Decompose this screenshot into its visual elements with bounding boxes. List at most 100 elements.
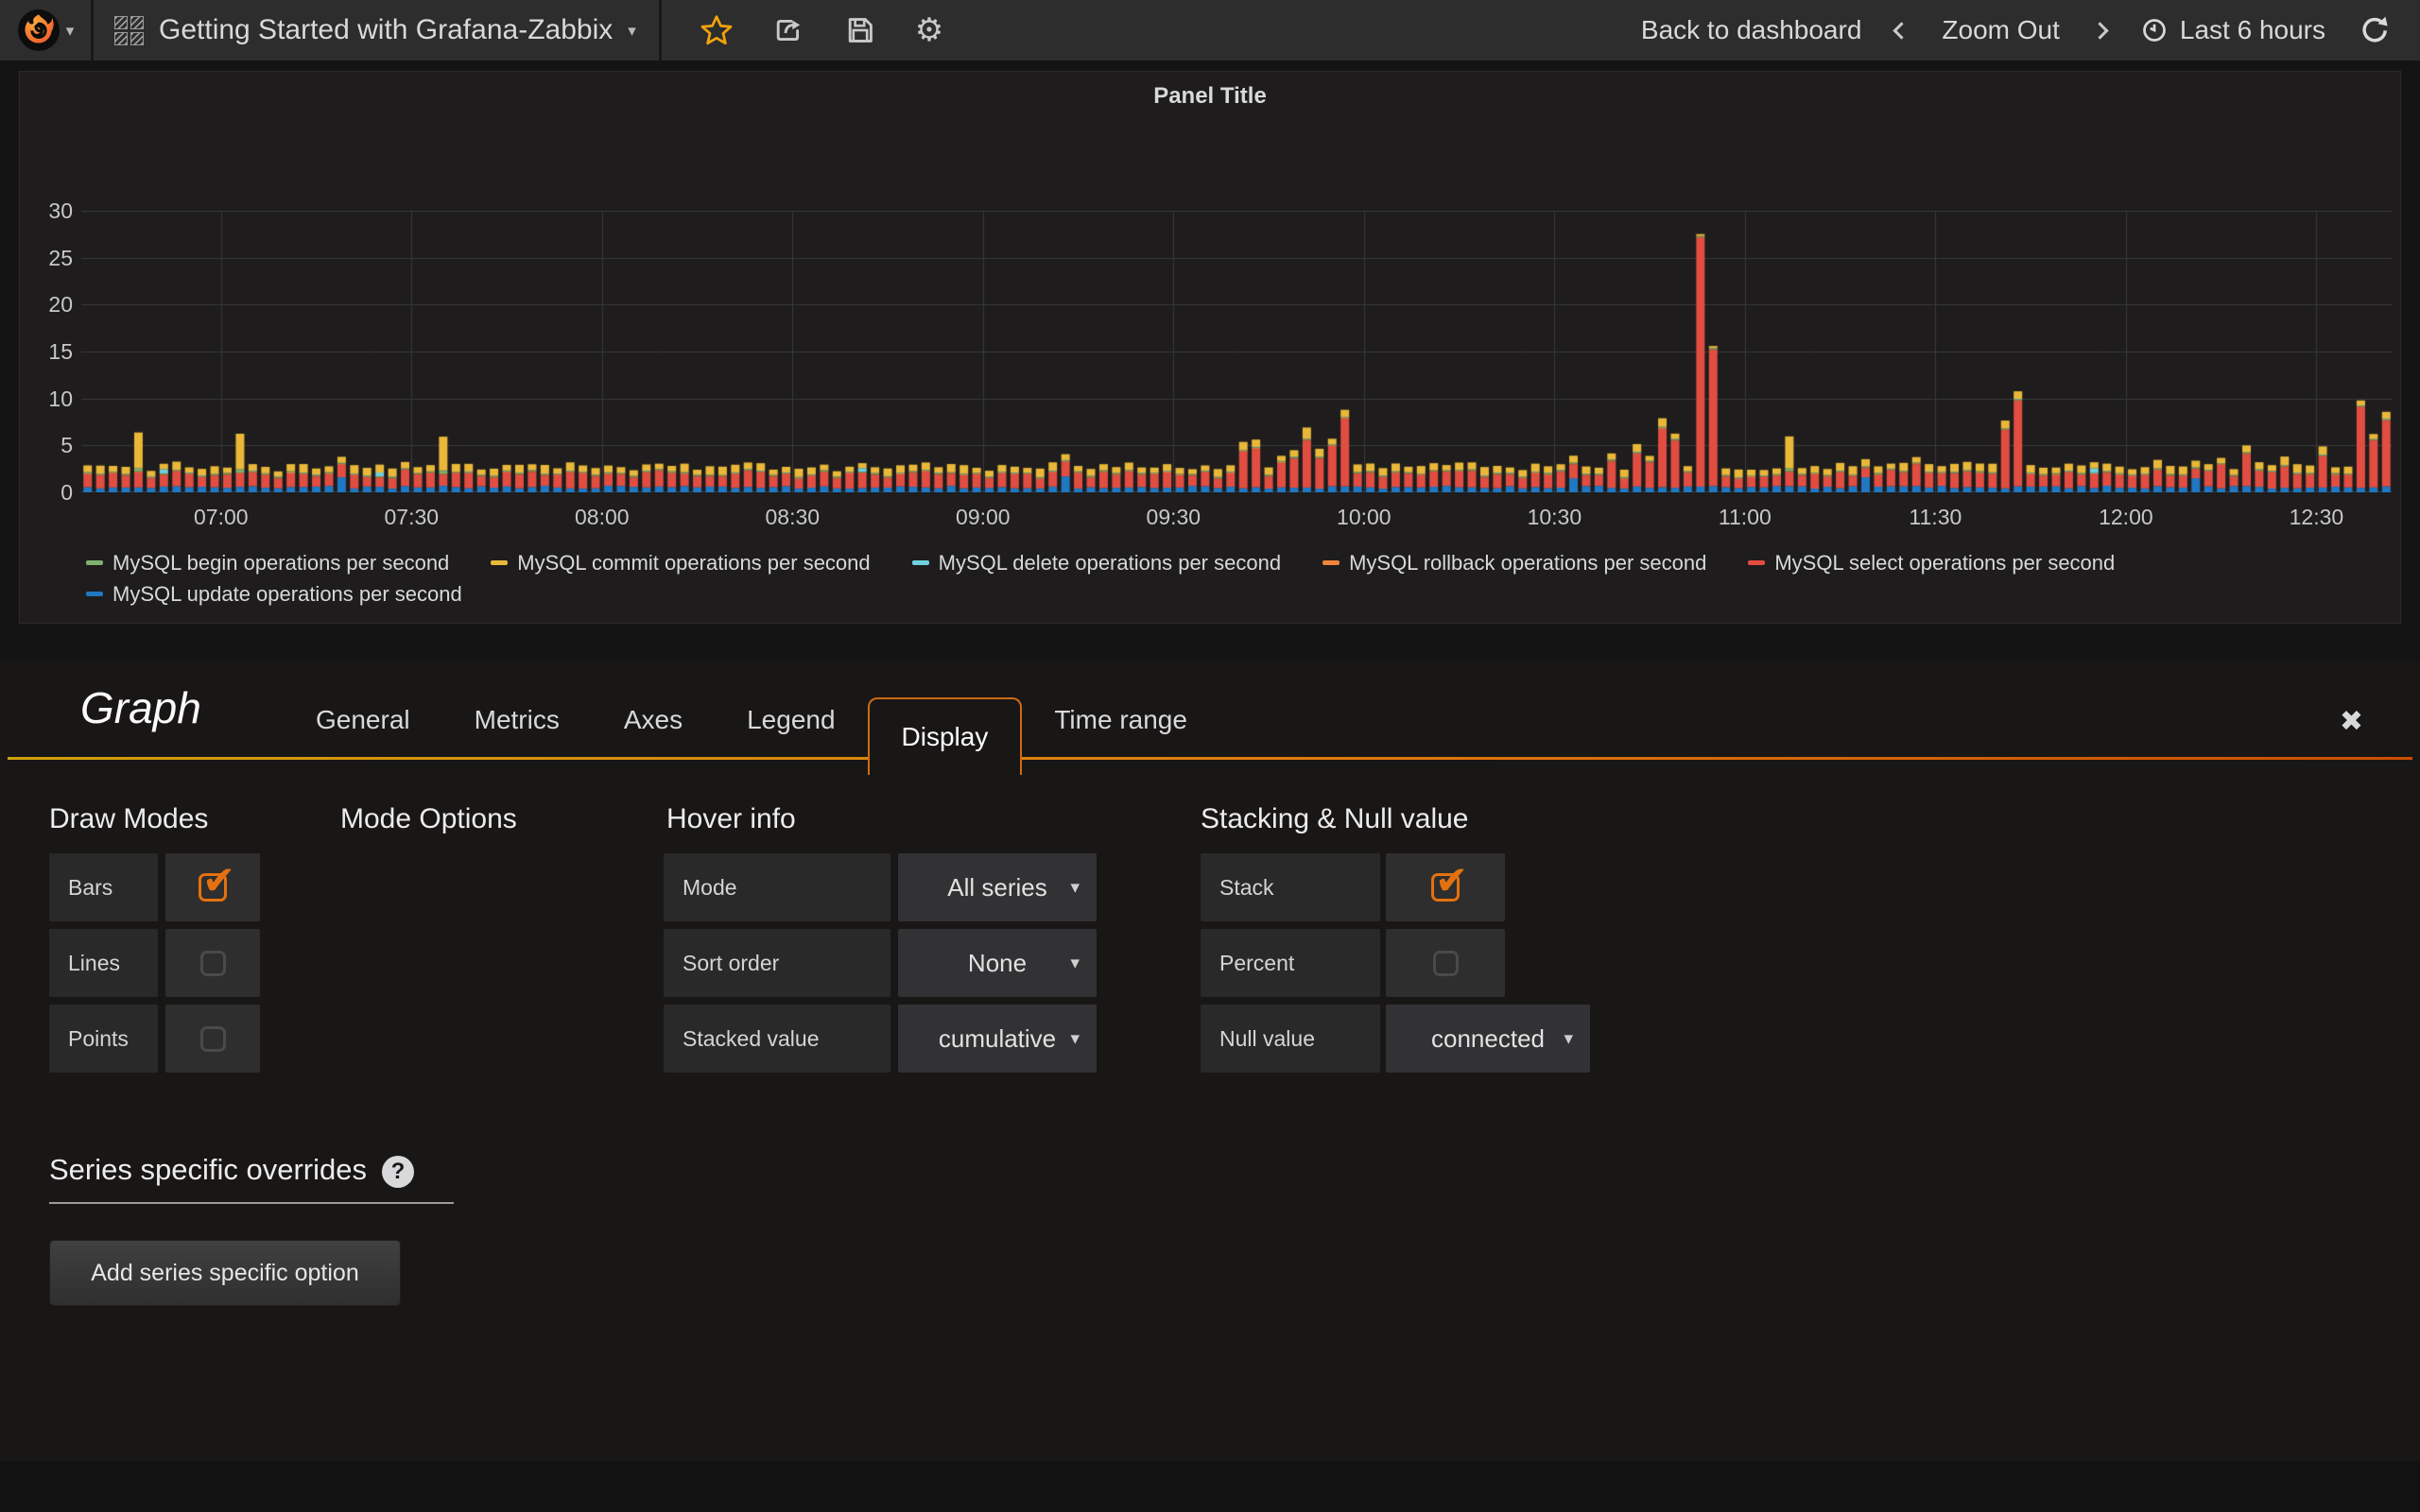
clock-icon [2140, 16, 2169, 44]
save-button[interactable] [843, 13, 877, 47]
back-to-dashboard-label: Back to dashboard [1641, 15, 1862, 45]
x-tick-label: 11:00 [1698, 505, 1792, 530]
bars-canvas[interactable] [81, 211, 2393, 492]
dashboard-grid-icon [114, 16, 144, 45]
overrides-title: Series specific overrides? [49, 1153, 414, 1188]
legend-item-begin[interactable]: MySQL begin operations per second [86, 551, 449, 576]
legend-label: MySQL update operations per second [112, 582, 462, 607]
y-tick-label: 15 [31, 339, 73, 365]
star-button[interactable] [700, 13, 734, 47]
null-value-label: Null value [1201, 1005, 1380, 1073]
stacked-value-select[interactable]: cumulative ▾ [898, 1005, 1097, 1073]
stacked-value-label: Stacked value [664, 1005, 890, 1073]
tab-axes[interactable]: Axes [592, 697, 715, 743]
navbar-divider [659, 0, 662, 60]
y-tick-label: 25 [31, 246, 73, 271]
tab-general[interactable]: General [284, 697, 442, 743]
x-tick-label: 12:00 [2079, 505, 2173, 530]
legend-item-select[interactable]: MySQL select operations per second [1748, 551, 2115, 576]
top-navbar: ▾ Getting Started with Grafana-Zabbix ▾ [0, 0, 2420, 60]
legend-item-rollback[interactable]: MySQL rollback operations per second [1322, 551, 1706, 576]
panel-type-title: Graph [80, 682, 201, 733]
sort-order-select[interactable]: None ▾ [898, 929, 1097, 997]
hover-mode-label: Mode [664, 853, 890, 921]
dashboard-area: Panel Title 051015202530 07:0007:3008:00… [0, 60, 2420, 662]
draw-mode-points-checkbox[interactable]: ✔ [165, 1005, 260, 1073]
hover-info-title: Hover info [666, 803, 796, 835]
dashboard-title: Getting Started with Grafana-Zabbix [159, 14, 613, 46]
chevron-down-icon: ▾ [1070, 1028, 1080, 1050]
dashboard-title-button[interactable]: Getting Started with Grafana-Zabbix ▾ [94, 0, 659, 60]
time-shift-forward-button[interactable] [2094, 25, 2106, 37]
legend: MySQL begin operations per second MySQL c… [86, 547, 2372, 610]
checkbox-icon: ✔ [199, 873, 227, 902]
tab-legend[interactable]: Legend [715, 697, 867, 743]
refresh-button[interactable] [2360, 15, 2390, 45]
tab-time-range[interactable]: Time range [1022, 697, 1219, 743]
share-icon [771, 13, 805, 47]
hover-mode-select[interactable]: All series ▾ [898, 853, 1097, 921]
legend-color-dash [912, 560, 929, 565]
draw-mode-points-label: Points [49, 1005, 158, 1073]
y-tick-label: 0 [31, 480, 73, 506]
chevron-down-icon: ▾ [1070, 877, 1080, 899]
save-icon [843, 13, 877, 47]
grafana-menu-button[interactable]: ▾ [0, 0, 91, 60]
legend-item-commit[interactable]: MySQL commit operations per second [491, 551, 870, 576]
mode-options-title: Mode Options [340, 803, 517, 835]
add-series-override-button[interactable]: Add series specific option [49, 1240, 401, 1306]
legend-label: MySQL rollback operations per second [1349, 551, 1706, 576]
legend-item-update[interactable]: MySQL update operations per second [86, 582, 462, 607]
checkbox-icon: ✔ [200, 1026, 226, 1052]
time-range-label: Last 6 hours [2180, 15, 2325, 45]
help-icon[interactable]: ? [382, 1156, 414, 1188]
chevron-right-icon [2091, 22, 2108, 39]
checkbox-icon: ✔ [200, 951, 226, 976]
draw-mode-bars-checkbox[interactable]: ✔ [165, 853, 260, 921]
checkmark-icon: ✔ [202, 857, 235, 903]
y-tick-label: 20 [31, 292, 73, 318]
draw-modes-title: Draw Modes [49, 803, 208, 835]
graph-panel: Panel Title 051015202530 07:0007:3008:00… [19, 71, 2401, 624]
null-value-select[interactable]: connected ▾ [1386, 1005, 1590, 1073]
refresh-icon [2360, 15, 2390, 45]
stack-checkbox[interactable]: ✔ [1386, 853, 1505, 921]
percent-label: Percent [1201, 929, 1380, 997]
zoom-out-label: Zoom Out [1942, 15, 2059, 45]
tab-metrics[interactable]: Metrics [442, 697, 592, 743]
percent-checkbox[interactable]: ✔ [1386, 929, 1505, 997]
legend-row-1: MySQL begin operations per second MySQL c… [86, 547, 2372, 578]
draw-mode-lines-label: Lines [49, 929, 158, 997]
legend-label: MySQL commit operations per second [517, 551, 870, 576]
time-shift-back-button[interactable] [1895, 25, 1908, 37]
share-button[interactable] [771, 13, 805, 47]
checkbox-icon: ✔ [1431, 873, 1460, 902]
legend-row-2: MySQL update operations per second [86, 578, 2372, 610]
settings-button[interactable]: ⚙ [915, 11, 943, 49]
checkbox-icon: ✔ [1433, 951, 1459, 976]
star-icon [700, 13, 734, 47]
draw-mode-lines-checkbox[interactable]: ✔ [165, 929, 260, 997]
close-editor-button[interactable]: ✖ [2340, 705, 2363, 738]
chevron-down-icon: ▾ [1564, 1028, 1573, 1050]
grafana-app: ▾ Getting Started with Grafana-Zabbix ▾ [0, 0, 2420, 1512]
x-tick-label: 07:30 [364, 505, 458, 530]
chevron-down-icon: ▾ [66, 23, 75, 39]
legend-color-dash [86, 560, 103, 565]
tab-display[interactable]: Display [868, 697, 1023, 775]
back-to-dashboard-button[interactable]: Back to dashboard [1641, 15, 1862, 45]
x-tick-label: 12:30 [2269, 505, 2363, 530]
x-tick-label: 11:30 [1888, 505, 1982, 530]
y-tick-label: 30 [31, 198, 73, 224]
legend-label: MySQL begin operations per second [112, 551, 449, 576]
y-tick-label: 10 [31, 387, 73, 412]
time-range-button[interactable]: Last 6 hours [2140, 15, 2325, 45]
legend-color-dash [1322, 560, 1340, 565]
tabs-underline [8, 757, 2412, 760]
x-tick-label: 10:00 [1317, 505, 1411, 530]
panel-title[interactable]: Panel Title [20, 83, 2400, 110]
gear-icon: ⚙ [915, 11, 943, 49]
zoom-out-button[interactable]: Zoom Out [1942, 15, 2059, 45]
legend-item-delete[interactable]: MySQL delete operations per second [912, 551, 1281, 576]
x-tick-label: 10:30 [1507, 505, 1601, 530]
